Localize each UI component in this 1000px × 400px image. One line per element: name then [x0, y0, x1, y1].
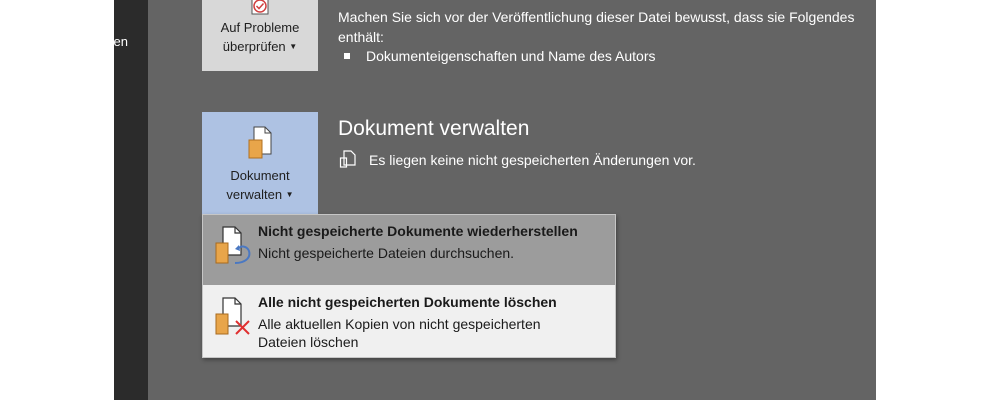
- right-margin: [876, 0, 1000, 400]
- delete-item-description: Alle aktuellen Kopien von nicht gespeich…: [258, 316, 541, 350]
- manage-status-text: Es liegen keine nicht gespeicherten Ände…: [369, 151, 696, 168]
- restore-item-title: Nicht gespeicherte Dokumente wiederherst…: [258, 223, 578, 239]
- manage-status-row: Es liegen keine nicht gespeicherten Ände…: [339, 150, 696, 169]
- inspect-bullet-text: Dokumenteigenschaften und Name des Autor…: [366, 48, 656, 64]
- chevron-down-icon: ▼: [285, 190, 294, 199]
- manage-document-button[interactable]: Dokument verwalten ▼: [202, 112, 318, 215]
- check-button-line2: überprüfen: [222, 39, 286, 54]
- check-for-issues-button[interactable]: Auf Probleme überprüfen ▼: [202, 0, 318, 71]
- check-document-icon: [251, 0, 269, 15]
- bullet-icon: [344, 53, 350, 59]
- menu-item-delete-unsaved[interactable]: Alle nicht gespeicherten Dokumente lösch…: [203, 286, 615, 357]
- check-button-line1: Auf Probleme: [220, 20, 300, 35]
- manage-section-title: Dokument verwalten: [338, 117, 530, 140]
- restore-item-description: Nicht gespeicherte Dateien durchsuchen.: [258, 245, 515, 261]
- delete-documents-icon: [215, 297, 250, 335]
- manage-button-line1: Dokument: [230, 168, 290, 183]
- delete-item-title: Alle nicht gespeicherten Dokumente lösch…: [258, 294, 557, 310]
- sidebar-item-partial-label[interactable]: en: [114, 34, 128, 49]
- left-margin: [0, 0, 114, 400]
- inspect-description: Machen Sie sich vor der Veröffentlichung…: [338, 9, 855, 45]
- manage-button-line2: verwalten: [226, 187, 283, 202]
- backstage-sidebar: en: [114, 0, 148, 400]
- manage-document-dropdown: Nicht gespeicherte Dokumente wiederherst…: [202, 214, 616, 358]
- document-versions-icon: [339, 150, 356, 168]
- menu-item-restore-unsaved[interactable]: Nicht gespeicherte Dokumente wiederherst…: [203, 215, 615, 285]
- manage-document-icon: [248, 126, 272, 159]
- restore-document-icon: [215, 226, 251, 264]
- chevron-down-icon: ▼: [289, 42, 298, 51]
- inspect-bullet-item: Dokumenteigenschaften und Name des Autor…: [344, 48, 656, 64]
